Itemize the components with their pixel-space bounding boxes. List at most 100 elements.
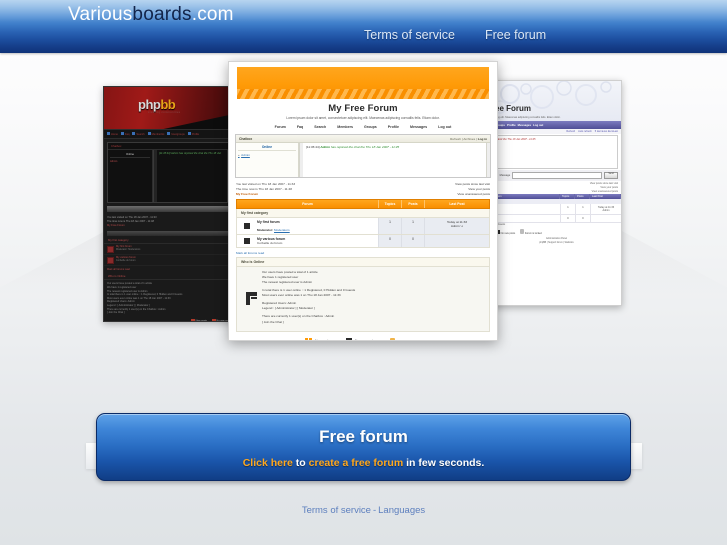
purple-chat-extra[interactable]: 5 dernieres EuroLast <box>595 130 618 133</box>
dark-chatbox-users-header: Online <box>110 152 150 158</box>
folder-icon <box>237 218 257 234</box>
purple-legend-item: No new posts <box>496 229 515 235</box>
cta-create-forum[interactable]: create a free forum <box>309 457 404 469</box>
theme-preview-main[interactable]: My Free Forum Lorem ipsum dolor sit amet… <box>228 61 498 341</box>
purple-copyright: phpBB | Support forum | Statistics <box>539 242 574 245</box>
last-post-user[interactable]: Admin <box>451 224 460 228</box>
banner-stripes <box>237 89 489 99</box>
dark-who-lines: Our users have posted a total of 1 artic… <box>104 280 235 317</box>
folder-icon <box>107 256 114 264</box>
dark-input-bar[interactable] <box>107 206 232 212</box>
dark-table-header <box>107 230 232 236</box>
chatbox-title: Chatbox <box>239 136 253 141</box>
forum-name[interactable]: My first forum <box>257 220 376 224</box>
forum-posts-count: 1 <box>401 217 424 234</box>
view-unanswered-link[interactable]: View unanswered posts <box>455 192 490 197</box>
dark-forum-row[interactable]: My various forum Corbeille du forum <box>104 255 235 266</box>
purple-send-button[interactable]: Send <box>604 172 618 179</box>
forum-topics-count: 1 <box>378 217 401 234</box>
breadcrumb[interactable]: My Free Forum <box>236 192 295 197</box>
forum-nav-faq[interactable]: Faq <box>297 125 303 129</box>
mark-all-read-link[interactable]: Mark all forums read <box>229 248 497 256</box>
forum-nav-profile[interactable]: Profile <box>388 125 399 129</box>
who-line-legend: Legend : [ Administrator ] [ Moderator ] <box>262 306 315 311</box>
forum-nav: Forum Faq Search Members Groups Profile … <box>229 125 497 129</box>
theme-preview-dark[interactable]: phpbb creating communities Home Faq Sear… <box>103 86 236 322</box>
dark-chatbox-user[interactable]: Admin <box>110 160 150 163</box>
dark-nav-item[interactable]: Home <box>107 132 118 136</box>
chatbox-online-header: Online <box>238 145 296 151</box>
join-the-chat-link[interactable]: [ Join the Chat ] <box>262 320 486 325</box>
purple-chat-refresh[interactable]: Refresh <box>566 130 575 133</box>
purple-info-line[interactable]: View unanswered posts <box>495 190 618 194</box>
reflection-wedge-right <box>607 223 727 293</box>
cta-to: to <box>292 457 309 469</box>
forum-banner <box>237 67 489 99</box>
who-line-newest-user: The newest registered user is Admin <box>262 280 313 284</box>
table-row[interactable]: My first forum Moderator: Moderators 1 1… <box>236 217 490 235</box>
purple-forum-row[interactable]: 1 1 Today at 11:33 Admin <box>492 204 621 216</box>
purple-forum-name[interactable] <box>492 215 560 222</box>
purple-message-label: Message <box>499 174 511 177</box>
purple-chat-autorefresh[interactable]: Auto refresh <box>578 130 592 133</box>
dark-forum-row[interactable]: My first forum Moderator: Moderators <box>104 244 235 255</box>
nav-free-forum[interactable]: Free forum <box>481 28 550 42</box>
purple-forum-row[interactable]: 0 0 <box>492 215 621 224</box>
dark-who-line[interactable]: [ Join the Chat ] <box>107 311 232 315</box>
cta-title: Free forum <box>319 427 408 446</box>
logo-part-com: .com <box>191 4 234 25</box>
forum-category[interactable]: My first category <box>236 208 490 218</box>
moderator-link[interactable]: Moderators <box>274 228 290 232</box>
chat-message-time: [11:45:44] <box>306 145 320 149</box>
theme-preview-purple[interactable]: ee Forum cing elit. Maecenas adipiscing … <box>491 80 622 306</box>
dark-mark-read[interactable]: Mark all forums read <box>104 266 235 274</box>
dark-nav-item[interactable]: Memberlist <box>147 132 164 136</box>
footer-terms-of-service[interactable]: Terms of service <box>302 505 371 516</box>
forum-nav-groups[interactable]: Groups <box>364 125 377 129</box>
lock-icon <box>520 229 525 235</box>
chatbox-login-link[interactable]: Log in <box>478 137 487 141</box>
footer-languages[interactable]: Languages <box>378 505 425 516</box>
free-forum-cta-button[interactable]: Free forum Click here to create a free f… <box>96 413 631 481</box>
forum-info-left: You last visited on Thu 18 Jan 2007 - 11… <box>236 182 295 197</box>
dark-nav-item[interactable]: Profile <box>187 132 199 136</box>
purple-nav-item[interactable]: Profile <box>507 123 516 127</box>
dark-breadcrumb: My Free Forum <box>107 223 125 227</box>
purple-nav-item[interactable]: Log out <box>533 123 543 127</box>
dark-nav-item[interactable]: Search <box>132 132 145 136</box>
dark-nav-item[interactable]: Faq <box>120 132 129 136</box>
forum-nav-forum[interactable]: Forum <box>275 125 286 129</box>
goto-last-post-icon[interactable]: ↪ <box>461 224 464 228</box>
chatbox-refresh-link[interactable]: Refresh <box>450 137 461 141</box>
purple-chat-input-row: ☺ Message Send <box>492 170 621 181</box>
chatbox-archives-link[interactable]: Archives <box>463 137 475 141</box>
site-logo[interactable]: Variousboards.com <box>68 4 234 26</box>
table-row[interactable]: My various forum Corbeille du forum 0 0 <box>236 234 490 248</box>
purple-nav-item[interactable]: Messages <box>518 123 531 127</box>
dark-category: My first category <box>104 237 235 244</box>
purple-banner: ee Forum cing elit. Maecenas adipiscing … <box>492 81 621 121</box>
forum-nav-search[interactable]: Search <box>314 125 326 129</box>
chatbox-scrollbar[interactable] <box>486 143 490 177</box>
forum-nav-messages[interactable]: Messages <box>410 125 427 129</box>
chatbox-user[interactable]: Admin <box>238 153 296 157</box>
dark-info-lines: You last visited on Thu 18 Jan 2007 - 11… <box>104 214 235 230</box>
forum-posts-count: 0 <box>401 234 424 247</box>
nav-terms-of-service[interactable]: Terms of service <box>360 28 459 42</box>
dark-nav-item[interactable]: Usergroups <box>167 132 185 136</box>
dark-chatbox: Chatbox Online Admin [11:45:44] Admin ha… <box>107 142 232 203</box>
purple-th-topics: Topics <box>560 194 575 200</box>
chat-message-user[interactable]: Admin <box>320 145 330 149</box>
purple-forum-name[interactable] <box>492 204 560 214</box>
dark-chatbox-title: Chatbox <box>108 143 231 150</box>
chatbox-links: Refresh | Archives | Log in <box>450 136 487 141</box>
logo-part-various: Various <box>68 4 133 25</box>
folder-icon <box>107 245 114 253</box>
footer-separator: - <box>372 505 377 516</box>
header-navigation: Terms of service Free forum <box>360 28 550 42</box>
forum-nav-logout[interactable]: Log out <box>438 125 451 129</box>
cta-click-here[interactable]: Click here <box>243 457 293 469</box>
forum-nav-members[interactable]: Members <box>337 125 353 129</box>
purple-message-input[interactable] <box>512 172 602 179</box>
purple-th-lastpost: Last Post <box>590 194 621 200</box>
